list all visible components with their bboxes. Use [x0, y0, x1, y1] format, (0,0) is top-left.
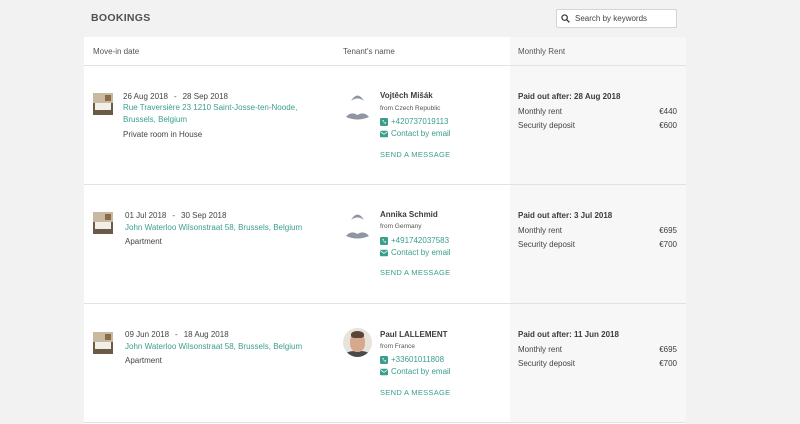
tenant-name: Paul LALLEMENT [380, 330, 448, 339]
search-box[interactable] [556, 9, 677, 28]
page-title: BOOKINGS [91, 12, 151, 24]
paid-out-date: Paid out after: 28 Aug 2018 [518, 92, 621, 101]
tenant-phone-link[interactable]: +420737019113 [380, 117, 448, 126]
table-row[interactable]: 09 Jun 2018-18 Aug 2018 John Waterloo Wi… [84, 304, 686, 423]
user-photo [343, 328, 372, 357]
envelope-icon [380, 249, 388, 256]
move-out-date: 28 Sep 2018 [182, 92, 228, 101]
property-thumbnail[interactable] [93, 93, 113, 115]
tenant-origin: from France [380, 343, 416, 350]
room-type: Apartment [125, 237, 162, 246]
monthly-rent-value: €695 [659, 226, 677, 235]
table-row[interactable]: 01 Jul 2018-30 Sep 2018 John Waterloo Wi… [84, 185, 686, 304]
envelope-icon [380, 130, 388, 137]
column-header-rent: Monthly Rent [518, 47, 566, 56]
monthly-rent-value: €695 [659, 345, 677, 354]
monthly-rent-label: Monthly rent [518, 345, 563, 354]
column-header-tenant: Tenant's name [343, 47, 395, 56]
phone-icon [380, 355, 388, 364]
search-icon [561, 14, 570, 23]
envelope-icon [380, 368, 388, 375]
move-in-date: 01 Jul 2018 [125, 211, 167, 220]
property-address-link[interactable]: Rue Traversière 23 1210 Saint-Josse-ten-… [123, 102, 328, 126]
security-deposit-label: Security deposit [518, 121, 575, 130]
security-deposit-label: Security deposit [518, 240, 575, 249]
tenant-origin: from Germany [380, 223, 422, 230]
tenant-name: Vojtěch Mišák [380, 91, 433, 100]
tenant-email-link[interactable]: Contact by email [380, 248, 451, 257]
security-deposit-value: €600 [659, 121, 677, 130]
move-in-date: 26 Aug 2018 [123, 92, 168, 101]
phone-icon [380, 236, 388, 245]
paid-out-date: Paid out after: 11 Jun 2018 [518, 330, 619, 339]
property-thumbnail[interactable] [93, 212, 113, 234]
column-header-move-in: Move-in date [93, 47, 140, 56]
tenant-name: Annika Schmid [380, 210, 438, 219]
send-message-button[interactable]: SEND A MESSAGE [380, 268, 450, 277]
move-in-date: 09 Jun 2018 [125, 330, 170, 339]
tenant-email-link[interactable]: Contact by email [380, 129, 451, 138]
monthly-rent-label: Monthly rent [518, 107, 563, 116]
monthly-rent-label: Monthly rent [518, 226, 563, 235]
booking-dates: 09 Jun 2018-18 Aug 2018 [125, 330, 229, 339]
property-thumbnail[interactable] [93, 332, 113, 354]
default-avatar-icon [346, 95, 369, 120]
default-avatar-icon [346, 214, 369, 239]
booking-dates: 01 Jul 2018-30 Sep 2018 [125, 211, 227, 220]
paid-out-date: Paid out after: 3 Jul 2018 [518, 211, 613, 220]
room-type: Private room in House [123, 130, 203, 139]
room-type: Apartment [125, 356, 162, 365]
tenant-origin: from Czech Republic [380, 105, 441, 112]
search-input[interactable] [575, 14, 675, 23]
property-address-link[interactable]: John Waterloo Wilsonstraat 58, Brussels,… [125, 341, 330, 353]
tenant-phone-link[interactable]: +33601011808 [380, 355, 444, 364]
page-header: BOOKINGS [84, 0, 686, 37]
move-out-date: 30 Sep 2018 [181, 211, 227, 220]
bookings-table: Move-in date Tenant's name Monthly Rent … [84, 37, 686, 424]
tenant-phone-link[interactable]: +491742037583 [380, 236, 449, 245]
table-header: Move-in date Tenant's name Monthly Rent [84, 37, 686, 66]
booking-dates: 26 Aug 2018-28 Sep 2018 [123, 92, 228, 101]
security-deposit-value: €700 [659, 359, 677, 368]
table-row[interactable]: 26 Aug 2018-28 Sep 2018 Rue Traversière … [84, 66, 686, 185]
monthly-rent-value: €440 [659, 107, 677, 116]
security-deposit-value: €700 [659, 240, 677, 249]
property-address-link[interactable]: John Waterloo Wilsonstraat 58, Brussels,… [125, 222, 330, 234]
send-message-button[interactable]: SEND A MESSAGE [380, 150, 450, 159]
send-message-button[interactable]: SEND A MESSAGE [380, 388, 450, 397]
security-deposit-label: Security deposit [518, 359, 575, 368]
phone-icon [380, 117, 388, 126]
tenant-email-link[interactable]: Contact by email [380, 367, 451, 376]
move-out-date: 18 Aug 2018 [183, 330, 229, 339]
